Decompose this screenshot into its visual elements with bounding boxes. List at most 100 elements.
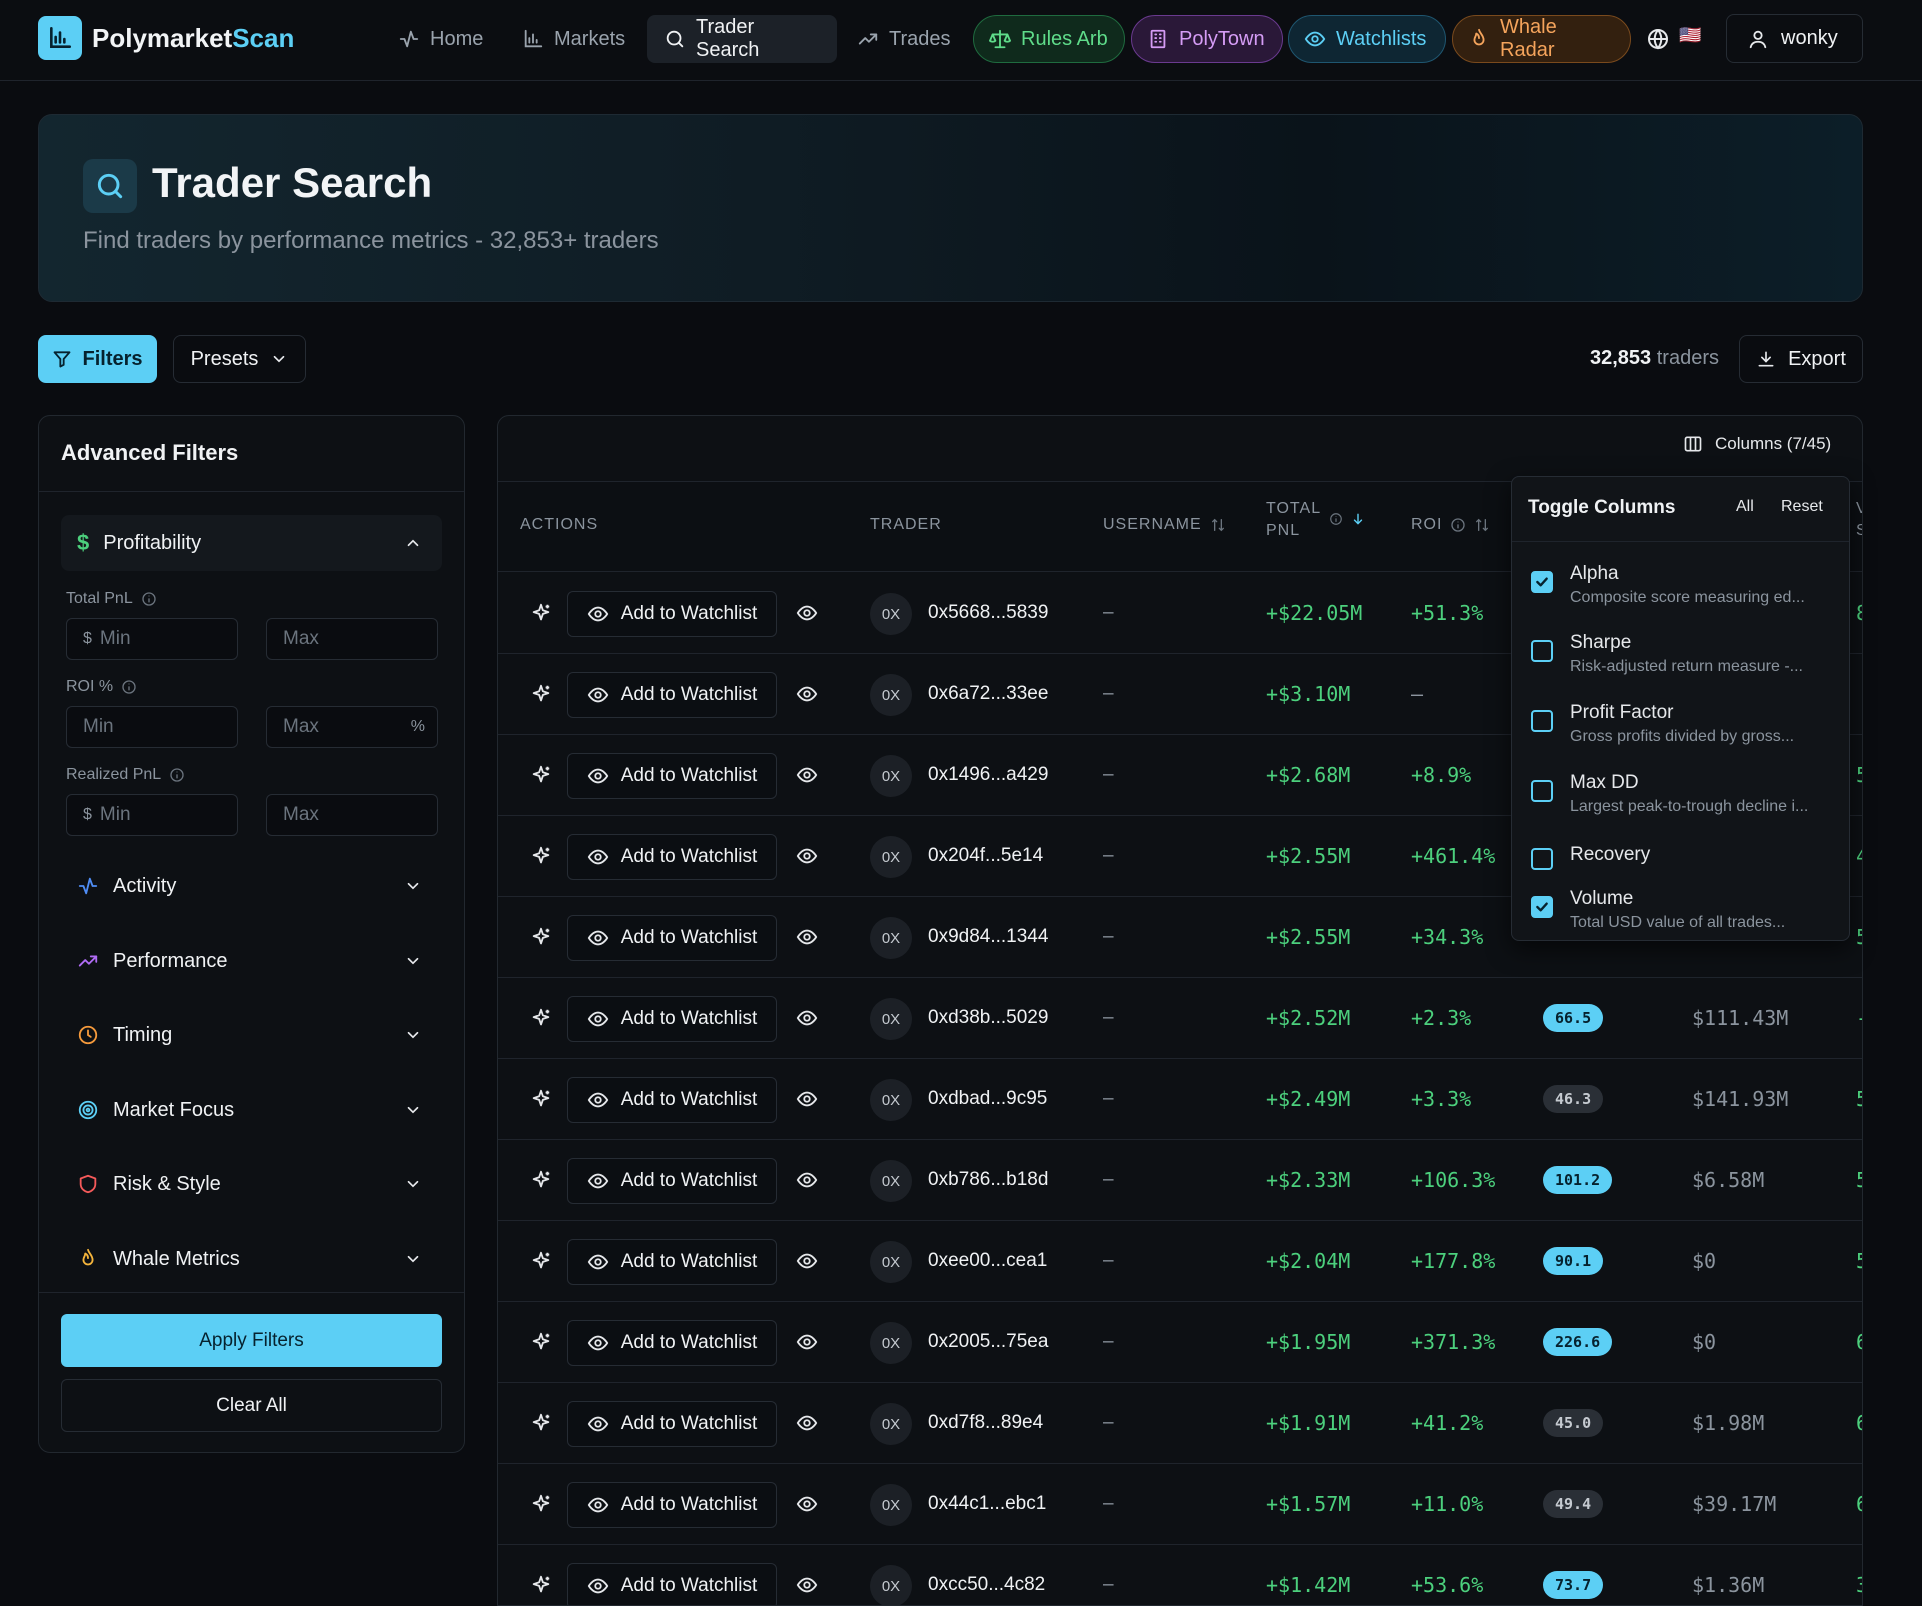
sparkle-icon[interactable] [530,978,552,1058]
trader-address[interactable]: 0xb786...b18d [928,1140,1048,1220]
apply-filters-button[interactable]: Apply Filters [61,1314,442,1367]
view-trader-icon[interactable] [796,1464,818,1544]
trader-address[interactable]: 0xd7f8...89e4 [928,1383,1043,1463]
add-to-watchlist-button[interactable]: Add to Watchlist [567,1077,777,1123]
table-row[interactable]: Add to Watchlist0X0xee00...cea1–+$2.04M+… [498,1221,1863,1302]
section-risk-style[interactable]: Risk & Style [61,1156,442,1212]
view-trader-icon[interactable] [796,897,818,977]
sparkle-icon[interactable] [530,1059,552,1139]
trader-address[interactable]: 0xcc50...4c82 [928,1545,1045,1606]
section-profitability[interactable]: $ Profitability [61,515,442,571]
presets-dropdown[interactable]: Presets [173,335,306,383]
nav-trades[interactable]: Trades [840,15,968,63]
view-trader-icon[interactable] [796,1059,818,1139]
nav-markets[interactable]: Markets [505,15,642,63]
trader-address[interactable]: 0x44c1...ebc1 [928,1464,1046,1544]
view-trader-icon[interactable] [796,573,818,653]
sparkle-icon[interactable] [530,897,552,977]
view-trader-icon[interactable] [796,978,818,1058]
total-pnl-max-input[interactable]: Max [266,618,438,660]
sparkle-icon[interactable] [530,1302,552,1382]
add-to-watchlist-button[interactable]: Add to Watchlist [567,1239,777,1285]
trader-address[interactable]: 0x5668...5839 [928,573,1048,653]
sparkle-icon[interactable] [530,816,552,896]
add-to-watchlist-button[interactable]: Add to Watchlist [567,1563,777,1606]
trader-address[interactable]: 0x9d84...1344 [928,897,1048,977]
view-trader-icon[interactable] [796,1302,818,1382]
nav-polytown[interactable]: PolyTown [1131,15,1283,63]
view-trader-icon[interactable] [796,654,818,734]
section-activity[interactable]: Activity [61,858,442,914]
nav-home[interactable]: Home [381,15,500,63]
nav-whale-radar[interactable]: Whale Radar [1452,15,1631,63]
roi-min-input[interactable]: Min [66,706,238,748]
add-to-watchlist-button[interactable]: Add to Watchlist [567,1320,777,1366]
realized-pnl-min-input[interactable]: $Min [66,794,238,836]
trader-address[interactable]: 0x2005...75ea [928,1302,1048,1382]
brand-logo[interactable]: PolymarketScan [38,16,294,60]
total-pnl-min-input[interactable]: $Min [66,618,238,660]
view-trader-icon[interactable] [796,735,818,815]
globe-icon[interactable] [1646,27,1670,51]
section-whale-metrics[interactable]: Whale Metrics [61,1231,442,1287]
table-row[interactable]: Add to Watchlist0X0x44c1...ebc1–+$1.57M+… [498,1464,1863,1545]
header-total-pnl[interactable]: TOTALPNL [1266,498,1365,542]
reset-columns-button[interactable]: Reset [1781,498,1823,516]
add-to-watchlist-button[interactable]: Add to Watchlist [567,915,777,961]
view-trader-icon[interactable] [796,1383,818,1463]
sparkle-icon[interactable] [530,1140,552,1220]
section-market-focus[interactable]: Market Focus [61,1082,442,1138]
sparkle-icon[interactable] [530,1464,552,1544]
add-to-watchlist-button[interactable]: Add to Watchlist [567,1482,777,1528]
trader-address[interactable]: 0xdbad...9c95 [928,1059,1047,1139]
column-checkbox[interactable] [1531,710,1553,732]
trader-address[interactable]: 0x6a72...33ee [928,654,1048,734]
section-performance[interactable]: Performance [61,933,442,989]
table-row[interactable]: Add to Watchlist0X0xdbad...9c95–+$2.49M+… [498,1059,1863,1140]
sparkle-icon[interactable] [530,654,552,734]
add-to-watchlist-button[interactable]: Add to Watchlist [567,1401,777,1447]
view-trader-icon[interactable] [796,816,818,896]
realized-pnl-max-input[interactable]: Max [266,794,438,836]
table-row[interactable]: Add to Watchlist0X0xcc50...4c82–+$1.42M+… [498,1545,1863,1606]
table-row[interactable]: Add to Watchlist0X0xd7f8...89e4–+$1.91M+… [498,1383,1863,1464]
language-flag[interactable]: 🇺🇸 [1679,25,1701,46]
column-checkbox[interactable] [1531,896,1553,918]
columns-toggle-button[interactable]: Columns (7/45) [1683,434,1831,454]
add-to-watchlist-button[interactable]: Add to Watchlist [567,1158,777,1204]
sparkle-icon[interactable] [530,735,552,815]
add-to-watchlist-button[interactable]: Add to Watchlist [567,834,777,880]
nav-trader-search[interactable]: Trader Search [647,15,837,63]
view-trader-icon[interactable] [796,1221,818,1301]
select-all-columns-button[interactable]: All [1736,498,1754,516]
header-roi[interactable]: ROI [1411,516,1490,534]
sparkle-icon[interactable] [530,1545,552,1606]
roi-max-input[interactable]: Max% [266,706,438,748]
header-username[interactable]: USERNAME [1103,516,1226,534]
export-button[interactable]: Export [1739,335,1863,383]
table-row[interactable]: Add to Watchlist0X0x2005...75ea–+$1.95M+… [498,1302,1863,1383]
column-checkbox[interactable] [1531,571,1553,593]
trader-address[interactable]: 0xee00...cea1 [928,1221,1047,1301]
view-trader-icon[interactable] [796,1140,818,1220]
column-checkbox[interactable] [1531,848,1553,870]
trader-address[interactable]: 0x1496...a429 [928,735,1048,815]
nav-rules-arb[interactable]: Rules Arb [973,15,1125,63]
sparkle-icon[interactable] [530,573,552,653]
user-menu-button[interactable]: wonky [1726,14,1863,63]
add-to-watchlist-button[interactable]: Add to Watchlist [567,591,777,637]
add-to-watchlist-button[interactable]: Add to Watchlist [567,753,777,799]
sparkle-icon[interactable] [530,1383,552,1463]
add-to-watchlist-button[interactable]: Add to Watchlist [567,672,777,718]
nav-watchlists[interactable]: Watchlists [1288,15,1446,63]
view-trader-icon[interactable] [796,1545,818,1606]
column-checkbox[interactable] [1531,640,1553,662]
add-to-watchlist-button[interactable]: Add to Watchlist [567,996,777,1042]
trader-address[interactable]: 0xd38b...5029 [928,978,1048,1058]
filters-button[interactable]: Filters [38,335,157,383]
clear-all-button[interactable]: Clear All [61,1379,442,1432]
table-row[interactable]: Add to Watchlist0X0xb786...b18d–+$2.33M+… [498,1140,1863,1221]
table-row[interactable]: Add to Watchlist0X0xd38b...5029–+$2.52M+… [498,978,1863,1059]
sparkle-icon[interactable] [530,1221,552,1301]
trader-address[interactable]: 0x204f...5e14 [928,816,1043,896]
